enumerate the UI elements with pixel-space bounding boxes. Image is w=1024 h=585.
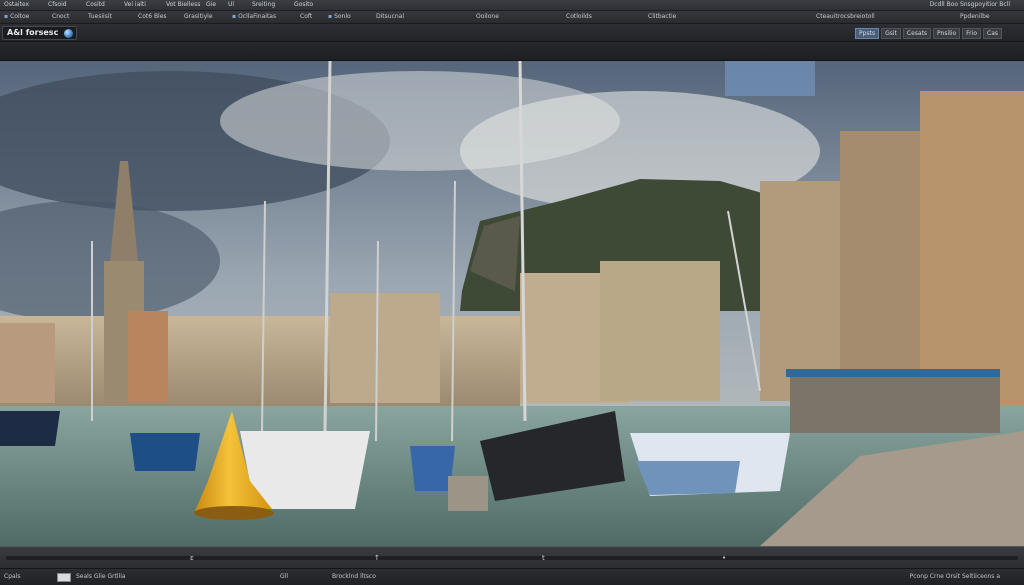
tool-1[interactable]: ▪ Coltoe xyxy=(4,11,29,23)
harbor-photo xyxy=(0,61,1024,546)
menu-item-8[interactable]: Sreiting xyxy=(252,0,275,10)
toolbar: ▪ Coltoe Cnoct Tuesiisit Cot6 Bles Grasit… xyxy=(0,11,1024,24)
boat-hull xyxy=(130,433,200,471)
tool-label: Cotloilds xyxy=(566,13,592,20)
menu-bar: Ostaitex Cfsoid Cositd Vei ialti Vot Bie… xyxy=(0,0,1024,11)
menu-item-3[interactable]: Cositd xyxy=(86,0,105,10)
view-tab-2[interactable]: Gsit xyxy=(881,28,901,39)
tool-2[interactable]: Cnoct xyxy=(52,11,69,23)
menu-item-5[interactable]: Vot Bielless xyxy=(166,0,200,10)
boat-hull-stripe xyxy=(636,461,740,495)
status-item: Cpals xyxy=(4,573,21,580)
tool-9[interactable]: Ditsucnal xyxy=(376,11,404,23)
app-title-text: A&l forsesc xyxy=(7,28,59,37)
photo-canvas[interactable] xyxy=(0,61,1024,546)
view-tab-3[interactable]: Cesats xyxy=(902,28,932,39)
tool-14[interactable]: Ppdenilbe xyxy=(960,11,990,23)
menu-item-9[interactable]: Gosito xyxy=(294,0,313,10)
scroll-marker[interactable]: t xyxy=(542,553,546,563)
tool-label: Cnoct xyxy=(52,13,70,20)
waterfront-buildings xyxy=(0,316,520,406)
horizontal-scrollbar[interactable]: ε ↑ t • xyxy=(0,546,1024,568)
status-swatch[interactable] xyxy=(57,573,71,582)
view-tab-6[interactable]: Cas xyxy=(983,28,1002,39)
tool-icon: ▪ xyxy=(328,13,333,20)
view-tab-1[interactable]: Ppsts xyxy=(855,28,880,39)
tool-label: Tuesiisit xyxy=(88,13,112,20)
tool-label: Ditsucnal xyxy=(376,13,405,20)
scroll-marker[interactable]: • xyxy=(722,553,726,563)
tool-6[interactable]: ▪ OcllaFinaitas xyxy=(232,11,276,23)
tool-label: Clitbactie xyxy=(648,13,677,20)
shed-awning xyxy=(786,369,1000,377)
tool-8[interactable]: ▪ Sonlo xyxy=(328,11,351,23)
scroll-marker[interactable]: ↑ xyxy=(374,553,380,563)
tool-label: Cteauitrocsbreiotoll xyxy=(816,13,875,20)
blue-sky-patch xyxy=(725,61,815,96)
globe-icon xyxy=(64,29,74,38)
status-bar: Cpals Seals Glie Grtllia Gll Brocklnd ll… xyxy=(0,568,1024,585)
menu-item-1[interactable]: Ostaitex xyxy=(4,0,29,10)
buoy-base xyxy=(194,506,274,520)
app-bar: A&l forsesc Ppsts Gsit Cesats Pnsilio Frio Ca… xyxy=(0,24,1024,42)
tool-10[interactable]: Ooilone xyxy=(476,11,499,23)
tool-5[interactable]: Grasitiyle xyxy=(184,11,213,23)
menu-item-7[interactable]: Ul xyxy=(228,0,234,10)
menu-item-4[interactable]: Vei ialti xyxy=(124,0,146,10)
canvas-gutter xyxy=(0,42,1024,61)
tall-building xyxy=(840,131,920,401)
view-tab-5[interactable]: Frio xyxy=(962,28,981,39)
building xyxy=(330,293,440,403)
tool-icon: ▪ xyxy=(4,13,9,20)
tool-11[interactable]: Cotloilds xyxy=(566,11,592,23)
status-item: Seals Glie Grtllia xyxy=(76,573,126,580)
menu-item-2[interactable]: Cfsoid xyxy=(48,0,67,10)
tool-label: Ooilone xyxy=(476,13,499,20)
tall-building xyxy=(920,91,1024,411)
building xyxy=(0,323,55,403)
tall-building xyxy=(760,181,850,401)
building xyxy=(128,311,168,401)
status-item: Gll xyxy=(280,573,288,580)
tool-icon: ▪ xyxy=(232,13,237,20)
tool-label: Sonlo xyxy=(334,13,351,20)
building xyxy=(600,261,720,401)
tool-label: Ppdenilbe xyxy=(960,13,990,20)
tool-3[interactable]: Tuesiisit xyxy=(88,11,112,23)
tool-4[interactable]: Cot6 Bles xyxy=(138,11,167,23)
boat-hull xyxy=(0,411,60,446)
status-right: Pconp Crne Orsit Seltiiceons a xyxy=(909,573,1000,580)
tool-label: Coft xyxy=(300,13,313,20)
view-tab-4[interactable]: Pnsilio xyxy=(933,28,961,39)
tool-label: Grasitiyle xyxy=(184,13,213,20)
scroll-marker[interactable]: ε xyxy=(190,553,194,563)
tool-label: OcllaFinaitas xyxy=(238,13,277,20)
app-title[interactable]: A&l forsesc xyxy=(2,26,78,40)
quay-shed xyxy=(790,373,1000,433)
tool-7[interactable]: Coft xyxy=(300,11,312,23)
tool-label: Cot6 Bles xyxy=(138,13,167,20)
tool-label: Coltoe xyxy=(10,13,30,20)
scroll-track[interactable] xyxy=(6,556,1018,560)
tool-13[interactable]: Cteauitrocsbreiotoll xyxy=(816,11,875,23)
mooring-block xyxy=(448,476,488,511)
view-tabs: Ppsts Gsit Cesats Pnsilio Frio Cas xyxy=(853,28,1002,39)
menu-item-6[interactable]: Gie xyxy=(206,0,216,10)
tool-12[interactable]: Clitbactie xyxy=(648,11,676,23)
status-item: Brocklnd lltsco xyxy=(332,573,376,580)
menu-right-info: Dcdll Boo Snsgpoyitior Bcll xyxy=(929,1,1010,8)
